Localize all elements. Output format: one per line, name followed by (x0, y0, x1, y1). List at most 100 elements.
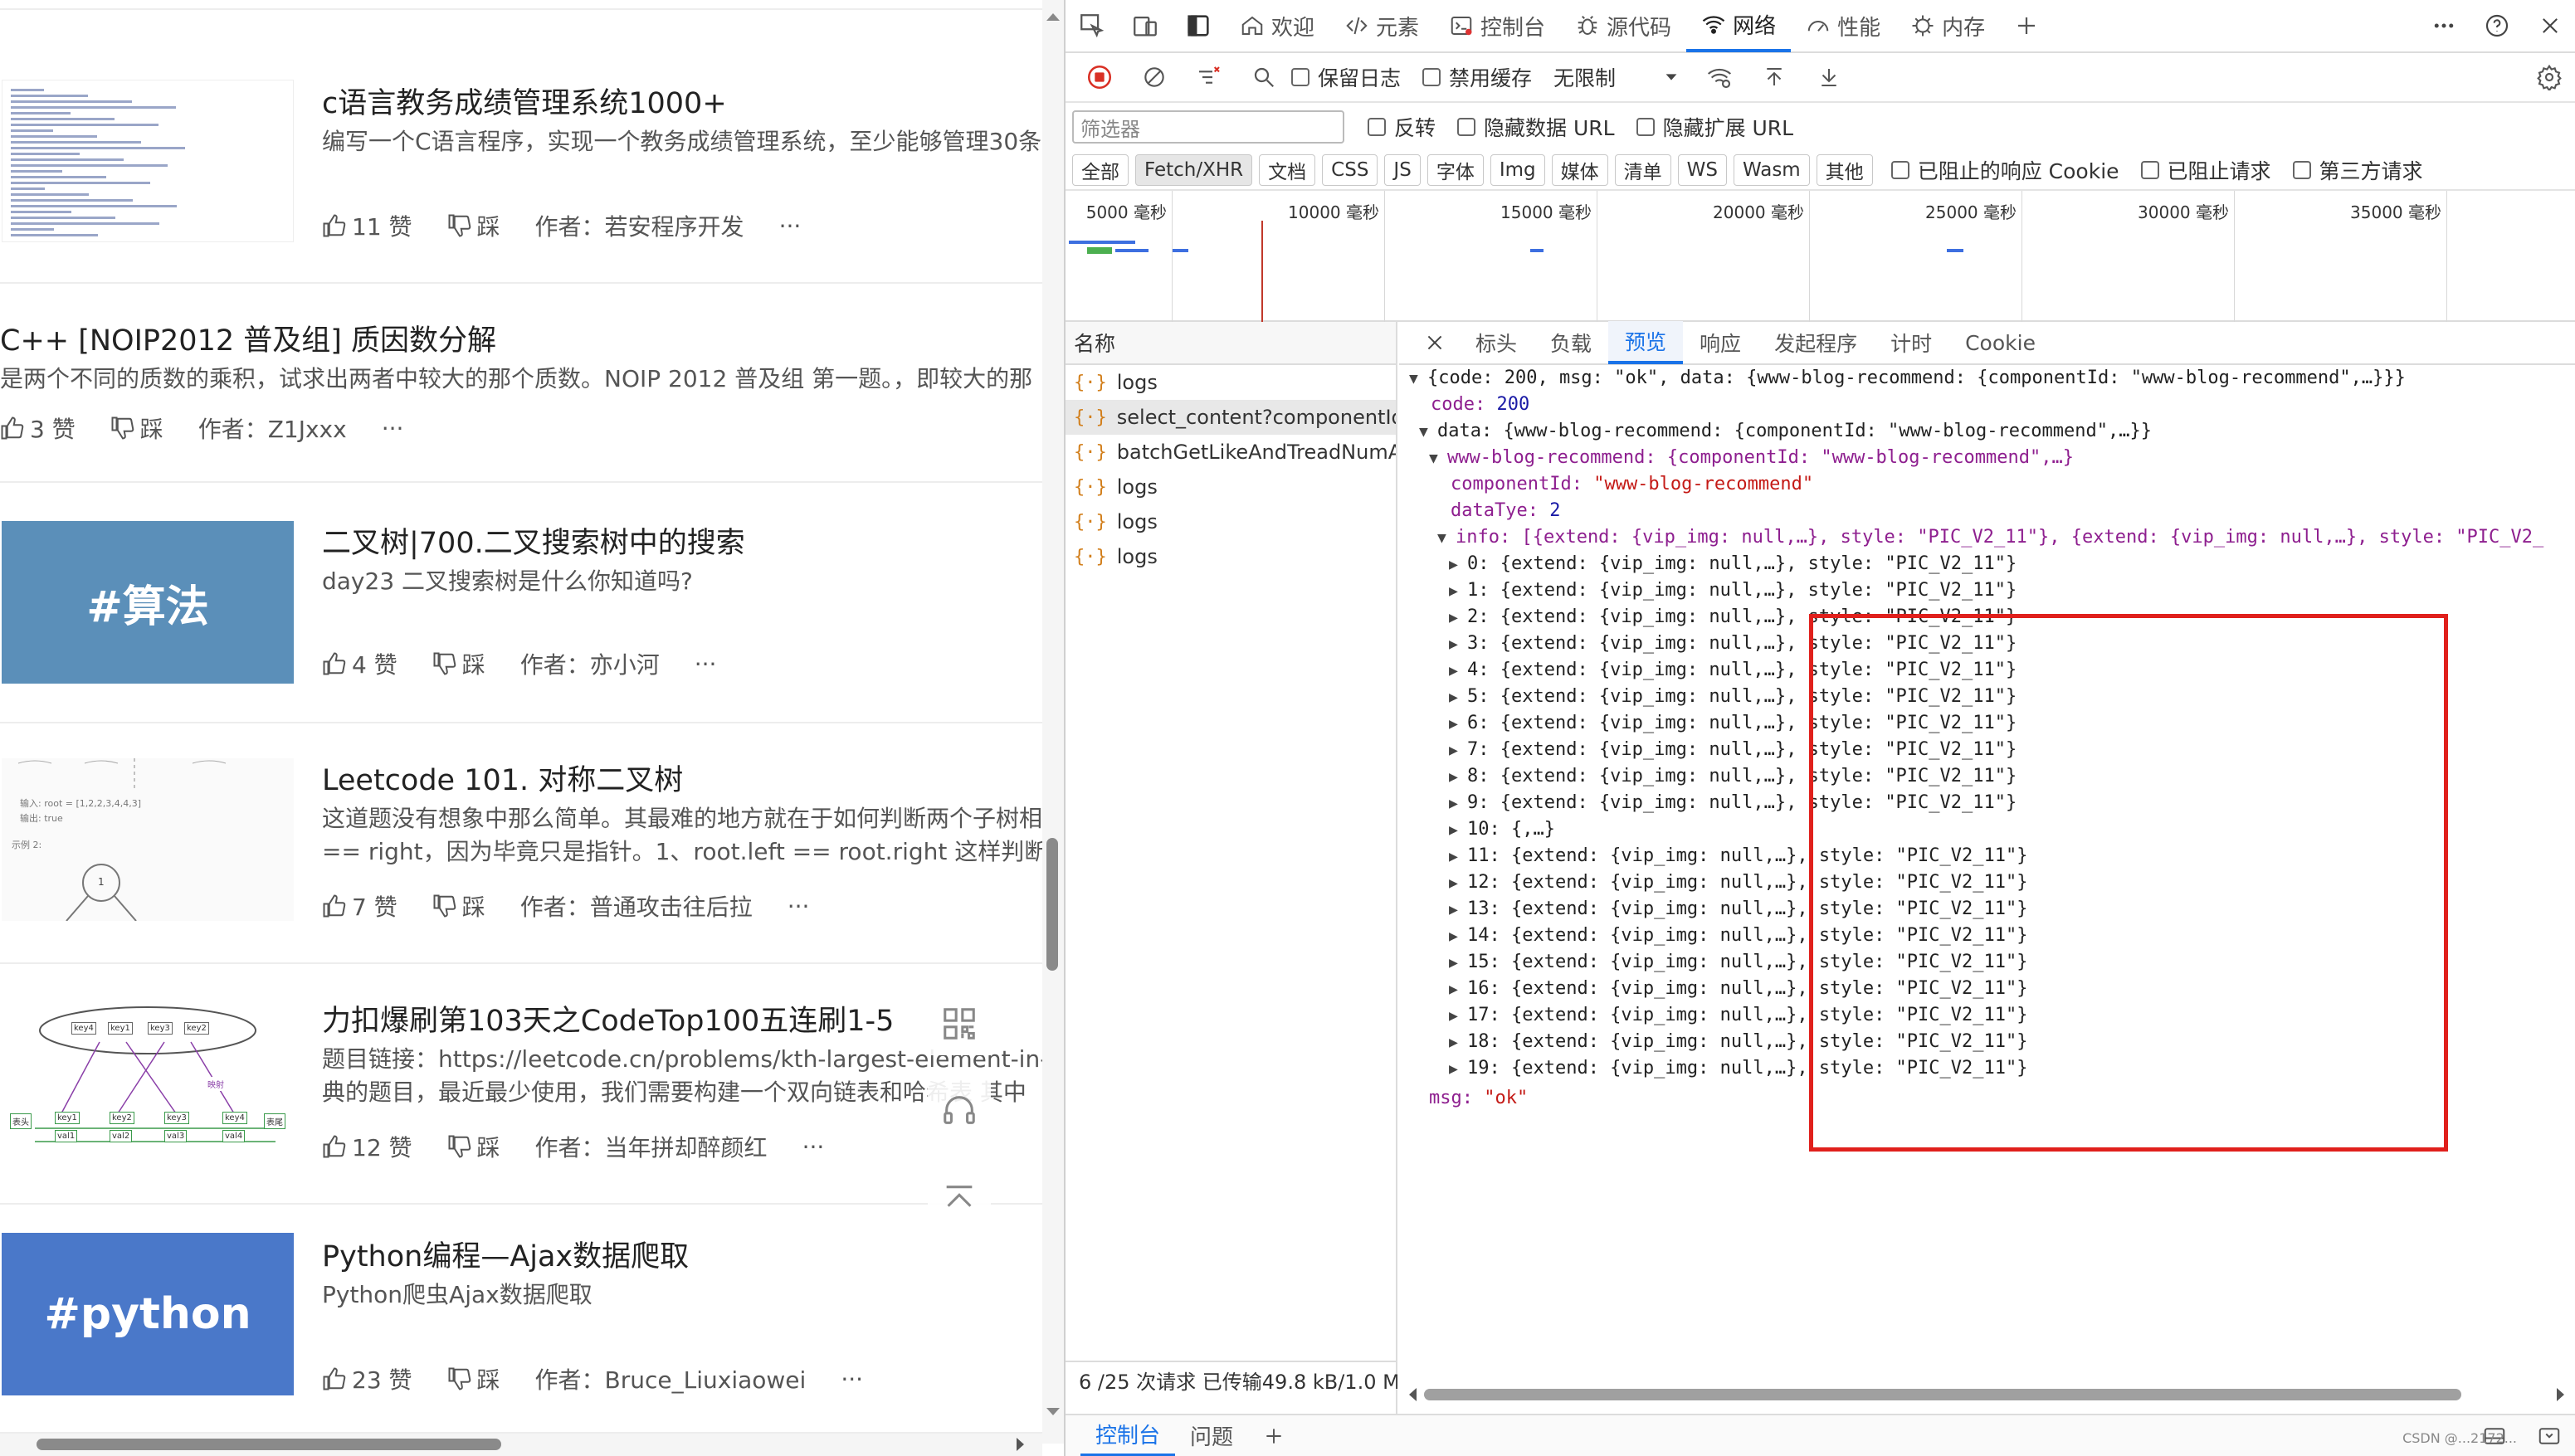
article-title[interactable]: 力扣爆刷第103天之CodeTop100五连刷1-5 (322, 997, 894, 1040)
article-thumbnail[interactable] (2, 80, 294, 242)
tab-payload[interactable]: 负载 (1534, 321, 1608, 364)
drawer-tab-console[interactable]: 控制台 (1080, 1415, 1176, 1456)
article-thumbnail[interactable]: #python (2, 1233, 294, 1395)
checkbox-box[interactable] (1890, 161, 1909, 179)
type-filter-fetch-xhr[interactable]: Fetch/XHR (1135, 154, 1253, 186)
like-button[interactable]: 23 赞 (322, 1362, 412, 1395)
device-emulation-button[interactable] (1119, 0, 1172, 52)
type-filter-doc[interactable]: 文档 (1259, 154, 1316, 186)
article-card-partial[interactable] (0, 0, 1047, 10)
json-array-item[interactable]: ▶ 10: {,…} (1449, 816, 1555, 843)
dislike-button[interactable]: 踩 (432, 889, 485, 923)
article-title[interactable]: Leetcode 101. 对称二叉树 (322, 757, 683, 799)
throttle-select[interactable]: 无限制 (1553, 62, 1680, 92)
request-row[interactable]: {·} logs (1066, 504, 1396, 539)
record-button[interactable] (1072, 52, 1127, 102)
request-row[interactable]: {·} batchGetLikeAndTreadNumAn... (1066, 435, 1396, 470)
tab-memory[interactable]: 内存 (1895, 0, 2000, 52)
tab-cookies[interactable]: Cookie (1948, 321, 2052, 364)
tab-console[interactable]: 控制台 (1434, 0, 1560, 52)
export-har-button[interactable] (1802, 52, 1856, 102)
like-button[interactable]: 11 赞 (322, 209, 412, 242)
tab-welcome[interactable]: 欢迎 (1225, 0, 1329, 52)
author-link[interactable]: 作者：普通攻击往后拉 (520, 889, 753, 923)
article-card[interactable]: C++ [NOIP2012 普及组] 质因数分解 是两个不同的质数的乘积，试求出… (0, 284, 1047, 483)
author-link[interactable]: 作者：当年拼却醉颜红 (535, 1130, 768, 1163)
disable-cache-checkbox[interactable]: 禁用缓存 (1422, 62, 1532, 92)
tab-timing[interactable]: 计时 (1874, 321, 1948, 364)
article-card[interactable]: key4 key1 key3 key2 表头 key1 val1 key2 val2 key3 va… (0, 964, 1047, 1205)
tab-response[interactable]: 响应 (1683, 321, 1758, 364)
tab-elements[interactable]: 元素 (1329, 0, 1434, 52)
type-filter-css[interactable]: CSS (1322, 154, 1378, 186)
tab-sources[interactable]: 源代码 (1560, 0, 1686, 52)
tab-initiator[interactable]: 发起程序 (1758, 321, 1874, 364)
request-row[interactable]: {·} logs (1066, 470, 1396, 504)
feed-horizontal-scrollbar[interactable] (0, 1434, 1042, 1456)
preview-horizontal-scrollbar[interactable] (1399, 1377, 2575, 1414)
like-button[interactable]: 12 赞 (322, 1130, 412, 1163)
json-data-node[interactable]: ▼ data: {www-blog-recommend: {componentId… (1419, 418, 2152, 445)
checkbox-box[interactable] (2292, 161, 2311, 179)
tab-headers[interactable]: 标头 (1459, 321, 1534, 364)
more-button[interactable]: ··· (382, 415, 404, 442)
author-link[interactable]: 作者：亦小河 (520, 647, 660, 680)
request-row[interactable]: {·} logs (1066, 539, 1396, 574)
article-title[interactable]: Python编程—Ajax数据爬取 (322, 1233, 689, 1275)
article-card[interactable]: 输入: root = [1,2,2,3,4,4,3] 输出: true 示例 2… (0, 723, 1047, 964)
dislike-button[interactable]: 踩 (432, 647, 485, 680)
search-button[interactable] (1236, 52, 1291, 102)
more-button[interactable]: ··· (779, 212, 802, 240)
more-button[interactable]: ··· (788, 893, 810, 920)
scrollbar-thumb[interactable] (37, 1439, 501, 1450)
qrcode-button[interactable] (928, 992, 991, 1055)
blocked-requests-checkbox[interactable]: 已阻止请求 (2140, 155, 2271, 185)
type-filter-other[interactable]: 其他 (1816, 154, 1873, 186)
tab-network[interactable]: 网络 (1686, 0, 1792, 52)
article-thumbnail[interactable]: 输入: root = [1,2,2,3,4,4,3] 输出: true 示例 2… (2, 758, 294, 921)
close-detail-button[interactable] (1411, 321, 1459, 364)
filter-input[interactable]: 筛选器 (1072, 110, 1344, 144)
type-filter-js[interactable]: JS (1384, 154, 1421, 186)
author-link[interactable]: 作者：Bruce_Liuxiaowei (535, 1362, 807, 1395)
feed-vertical-scrollbar[interactable] (1042, 0, 1064, 1444)
dislike-button[interactable]: 踩 (447, 1362, 500, 1395)
type-filter-font[interactable]: 字体 (1426, 154, 1484, 186)
json-array-item[interactable]: ▶ 0: {extend: {vip_img: null,…}, style: "… (1449, 551, 2017, 577)
invert-checkbox[interactable]: 反转 (1368, 112, 1436, 142)
tab-preview[interactable]: 预览 (1608, 321, 1684, 364)
like-button[interactable]: 3 赞 (0, 411, 76, 445)
network-conditions-button[interactable] (1692, 52, 1747, 102)
checkbox-box[interactable] (1636, 118, 1655, 136)
drawer-tab-issues[interactable]: 问题 (1175, 1415, 1248, 1456)
type-filter-media[interactable]: 媒体 (1551, 154, 1608, 186)
checkbox-box[interactable] (1291, 68, 1309, 86)
dislike-button[interactable]: 踩 (447, 209, 500, 242)
like-button[interactable]: 7 赞 (322, 889, 397, 923)
like-button[interactable]: 4 赞 (322, 647, 397, 680)
third-party-checkbox[interactable]: 第三方请求 (2292, 155, 2423, 185)
add-tab-button[interactable] (2000, 0, 2053, 52)
close-devtools-button[interactable] (2524, 0, 2575, 52)
preserve-log-checkbox[interactable]: 保留日志 (1291, 62, 1401, 92)
filter-toggle-button[interactable] (1182, 52, 1236, 102)
json-root-node[interactable]: ▼ {code: 200, msg: "ok", data: {www-blog-… (1409, 365, 2406, 392)
more-button[interactable]: ··· (802, 1133, 825, 1161)
network-overview-timeline[interactable]: 5000 毫秒 10000 毫秒 15000 毫秒 20000 毫秒 25000 毫秒 3… (1066, 191, 2575, 322)
dislike-button[interactable]: 踩 (447, 1130, 500, 1163)
request-row[interactable]: {·} select_content?componentIds... (1066, 400, 1396, 435)
inspect-element-button[interactable] (1066, 0, 1119, 52)
help-button[interactable] (2470, 0, 2524, 52)
article-title[interactable]: c语言教务成绩管理系统1000+ (322, 80, 727, 122)
author-link[interactable]: 作者：Z1Jxxx (198, 411, 347, 445)
json-wbr-node[interactable]: ▼ www-blog-recommend: {componentId: "www-… (1429, 445, 2074, 471)
tab-performance[interactable]: 性能 (1791, 0, 1895, 52)
dislike-button[interactable]: 踩 (110, 411, 163, 445)
checkbox-box[interactable] (1368, 118, 1386, 136)
drawer-close-button[interactable] (2522, 1415, 2575, 1456)
article-card[interactable]: c语言教务成绩管理系统1000+ 编写一个C语言程序，实现一个教务成绩管理系统，… (0, 10, 1047, 284)
json-info-node[interactable]: ▼ info: [{extend: {vip_img: null,…}, styl… (1437, 524, 2543, 551)
type-filter-ws[interactable]: WS (1677, 154, 1727, 186)
dock-side-button[interactable] (1172, 0, 1225, 52)
article-thumbnail[interactable]: key4 key1 key3 key2 表头 key1 val1 key2 val2 key3 va… (2, 997, 294, 1160)
